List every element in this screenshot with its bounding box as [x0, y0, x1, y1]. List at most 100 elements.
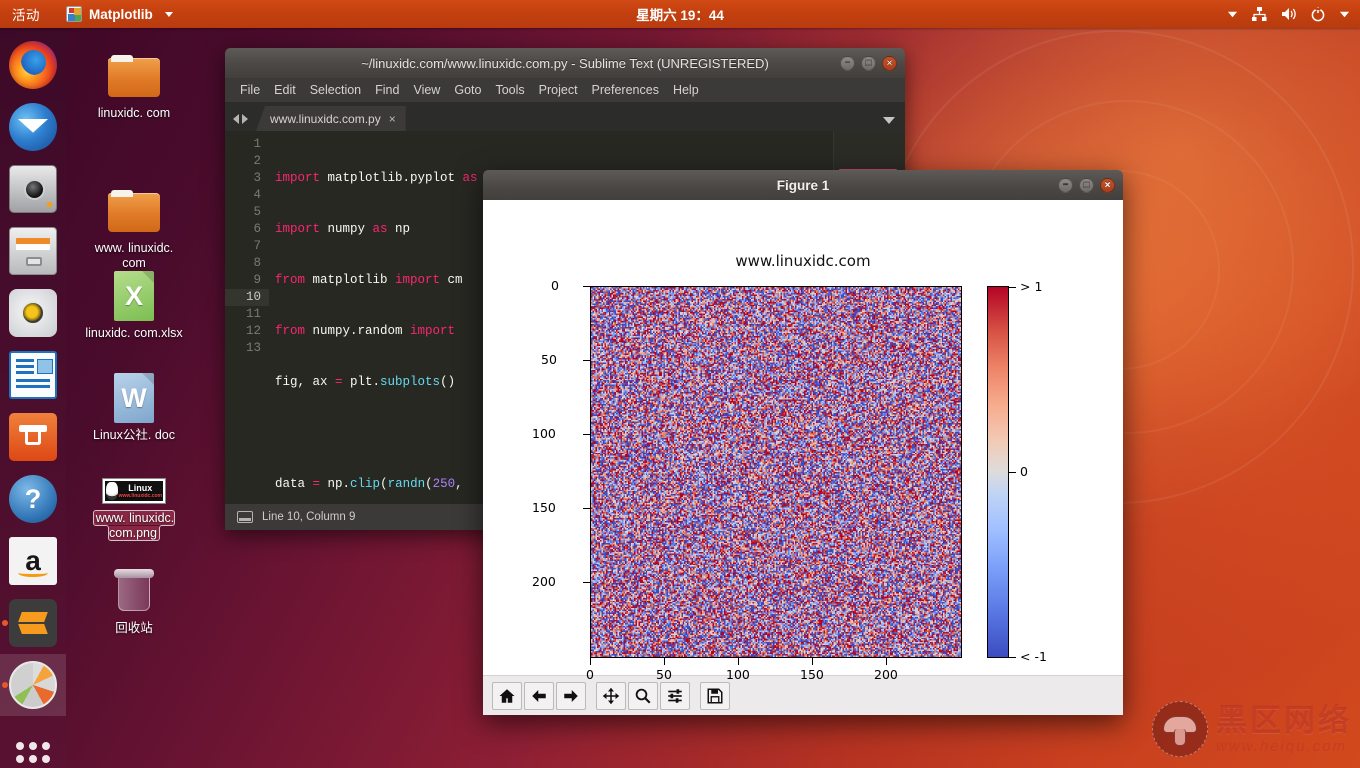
launcher-item-matplotlib[interactable]	[0, 654, 66, 716]
arrow-left-icon	[532, 689, 546, 702]
clock[interactable]: 星期六 19：44	[0, 4, 1360, 24]
close-button[interactable]: ×	[1100, 177, 1115, 193]
launcher-item-ubuntu-software[interactable]	[0, 406, 66, 468]
plot-title: www.linuxidc.com	[735, 252, 871, 270]
watermark-en: www.heiqu.com	[1216, 737, 1348, 755]
sublime-window-title: ~/linuxidc.com/www.linuxidc.com.py - Sub…	[361, 55, 769, 71]
mushroom-icon	[1152, 701, 1208, 757]
y-tick-label: 200	[532, 574, 556, 589]
menu-find[interactable]: Find	[368, 80, 406, 100]
line-number: 5	[253, 205, 261, 219]
editor-tab-label: www.linuxidc.com.py	[270, 111, 381, 126]
y-tick-label: 100	[532, 426, 556, 441]
figure-window-title: Figure 1	[776, 177, 830, 193]
x-tick-label: 0	[586, 667, 594, 682]
menu-selection[interactable]: Selection	[303, 80, 368, 100]
arrow-right-icon[interactable]	[242, 114, 248, 124]
menu-tools[interactable]: Tools	[488, 80, 531, 100]
app-menu[interactable]: Matplotlib	[66, 6, 173, 22]
folder-icon	[82, 185, 186, 237]
x-tick-mark	[886, 658, 887, 665]
volume-icon[interactable]	[1280, 6, 1297, 22]
editor-tab[interactable]: www.linuxidc.com.py ×	[256, 106, 406, 131]
sublime-text-icon	[9, 599, 57, 647]
menu-help[interactable]: Help	[666, 80, 706, 100]
configure-subplots-button[interactable]	[660, 681, 690, 710]
colorbar-tick-mark	[1009, 472, 1016, 473]
libreoffice-writer-icon	[9, 351, 57, 399]
power-icon[interactable]	[1310, 6, 1326, 22]
launcher-item-help[interactable]: ?	[0, 468, 66, 530]
show-applications-button[interactable]	[0, 728, 66, 768]
tab-nav-arrows[interactable]	[225, 114, 256, 131]
menu-preferences[interactable]: Preferences	[585, 80, 666, 100]
line-number-gutter: 1 2 3 4 5 6 7 8 9 10 11 12 13	[225, 131, 269, 504]
figure-canvas[interactable]: www.linuxidc.com 0 50 100 150 200 0 50 1…	[483, 200, 1123, 682]
sliders-icon	[668, 688, 682, 703]
y-tick-mark	[583, 360, 590, 361]
menu-project[interactable]: Project	[532, 80, 585, 100]
minimize-button[interactable]: −	[840, 55, 855, 71]
menu-edit[interactable]: Edit	[267, 80, 303, 100]
activities-button[interactable]: 活动	[12, 4, 40, 24]
desktop-icon-trash[interactable]: 回收站	[82, 565, 186, 636]
matplotlib-icon	[9, 661, 57, 709]
magnifier-icon	[635, 688, 651, 703]
back-button[interactable]	[524, 681, 554, 710]
minimize-button[interactable]: −	[1058, 177, 1073, 193]
launcher-item-libreoffice-writer[interactable]	[0, 344, 66, 406]
zoom-button[interactable]	[628, 681, 658, 710]
home-button[interactable]	[492, 681, 522, 710]
watermark-text: 黑区网络 www.heiqu.com	[1216, 705, 1352, 754]
close-button[interactable]: ×	[882, 55, 897, 71]
chevron-down-icon[interactable]	[1227, 9, 1238, 20]
line-number: 4	[253, 188, 261, 202]
watermark: 黑区网络 www.heiqu.com	[1152, 698, 1352, 760]
desktop-icon-folder-linuxidc[interactable]: linuxidc. com	[82, 50, 186, 121]
chevron-down-icon[interactable]	[883, 117, 895, 124]
file-manager-icon	[9, 227, 57, 275]
matplotlib-figure-window[interactable]: Figure 1 − □ × www.linuxidc.com 0 50 100…	[483, 170, 1123, 715]
watermark-cn: 黑区网络	[1216, 702, 1352, 738]
x-tick-mark	[738, 658, 739, 665]
y-tick-mark	[583, 286, 590, 287]
chevron-down-icon[interactable]	[1339, 9, 1350, 20]
system-tray	[1227, 6, 1350, 22]
menu-view[interactable]: View	[406, 80, 447, 100]
thunderbird-icon	[9, 103, 57, 151]
desktop-icon-label: linuxidc. com	[97, 106, 171, 120]
desktop-icon-folder-www-linuxidc[interactable]: www. linuxidc. com	[82, 185, 186, 271]
forward-button[interactable]	[556, 681, 586, 710]
launcher-item-amazon[interactable]: a	[0, 530, 66, 592]
arrow-left-icon[interactable]	[233, 114, 239, 124]
x-tick-mark	[590, 658, 591, 665]
launcher-item-thunderbird[interactable]	[0, 96, 66, 158]
maximize-button[interactable]: □	[1079, 177, 1094, 193]
launcher-item-files[interactable]	[0, 220, 66, 282]
pan-button[interactable]	[596, 681, 626, 710]
close-icon[interactable]: ×	[389, 112, 396, 126]
maximize-button[interactable]: □	[861, 55, 876, 71]
y-tick-mark	[583, 508, 590, 509]
menu-file[interactable]: File	[233, 80, 267, 100]
save-button[interactable]	[700, 681, 730, 710]
desktop-icon-label: www. linuxidc. com.png	[92, 510, 176, 541]
launcher-item-firefox[interactable]	[0, 34, 66, 96]
file-letter: W	[121, 382, 147, 413]
x-tick-label: 50	[656, 667, 672, 682]
desktop-icon-xlsx[interactable]: X linuxidc. com.xlsx	[82, 270, 186, 341]
y-tick-mark	[583, 582, 590, 583]
desktop-icon-doc[interactable]: W Linux公社. doc	[82, 372, 186, 443]
desktop-icon-png[interactable]: Linux www.linuxidc.com www. linuxidc. com…	[82, 475, 186, 541]
line-number: 1	[253, 137, 261, 151]
sublime-window-controls: − □ ×	[840, 48, 897, 78]
home-icon	[499, 688, 515, 703]
launcher-item-rhythmbox[interactable]	[0, 282, 66, 344]
menu-goto[interactable]: Goto	[447, 80, 488, 100]
network-icon[interactable]	[1251, 6, 1267, 22]
launcher-item-sublime-text[interactable]	[0, 592, 66, 654]
launcher-item-shotwell[interactable]	[0, 158, 66, 220]
amazon-icon: a	[9, 537, 57, 585]
chevron-down-icon	[164, 11, 173, 17]
colorbar	[987, 286, 1009, 658]
